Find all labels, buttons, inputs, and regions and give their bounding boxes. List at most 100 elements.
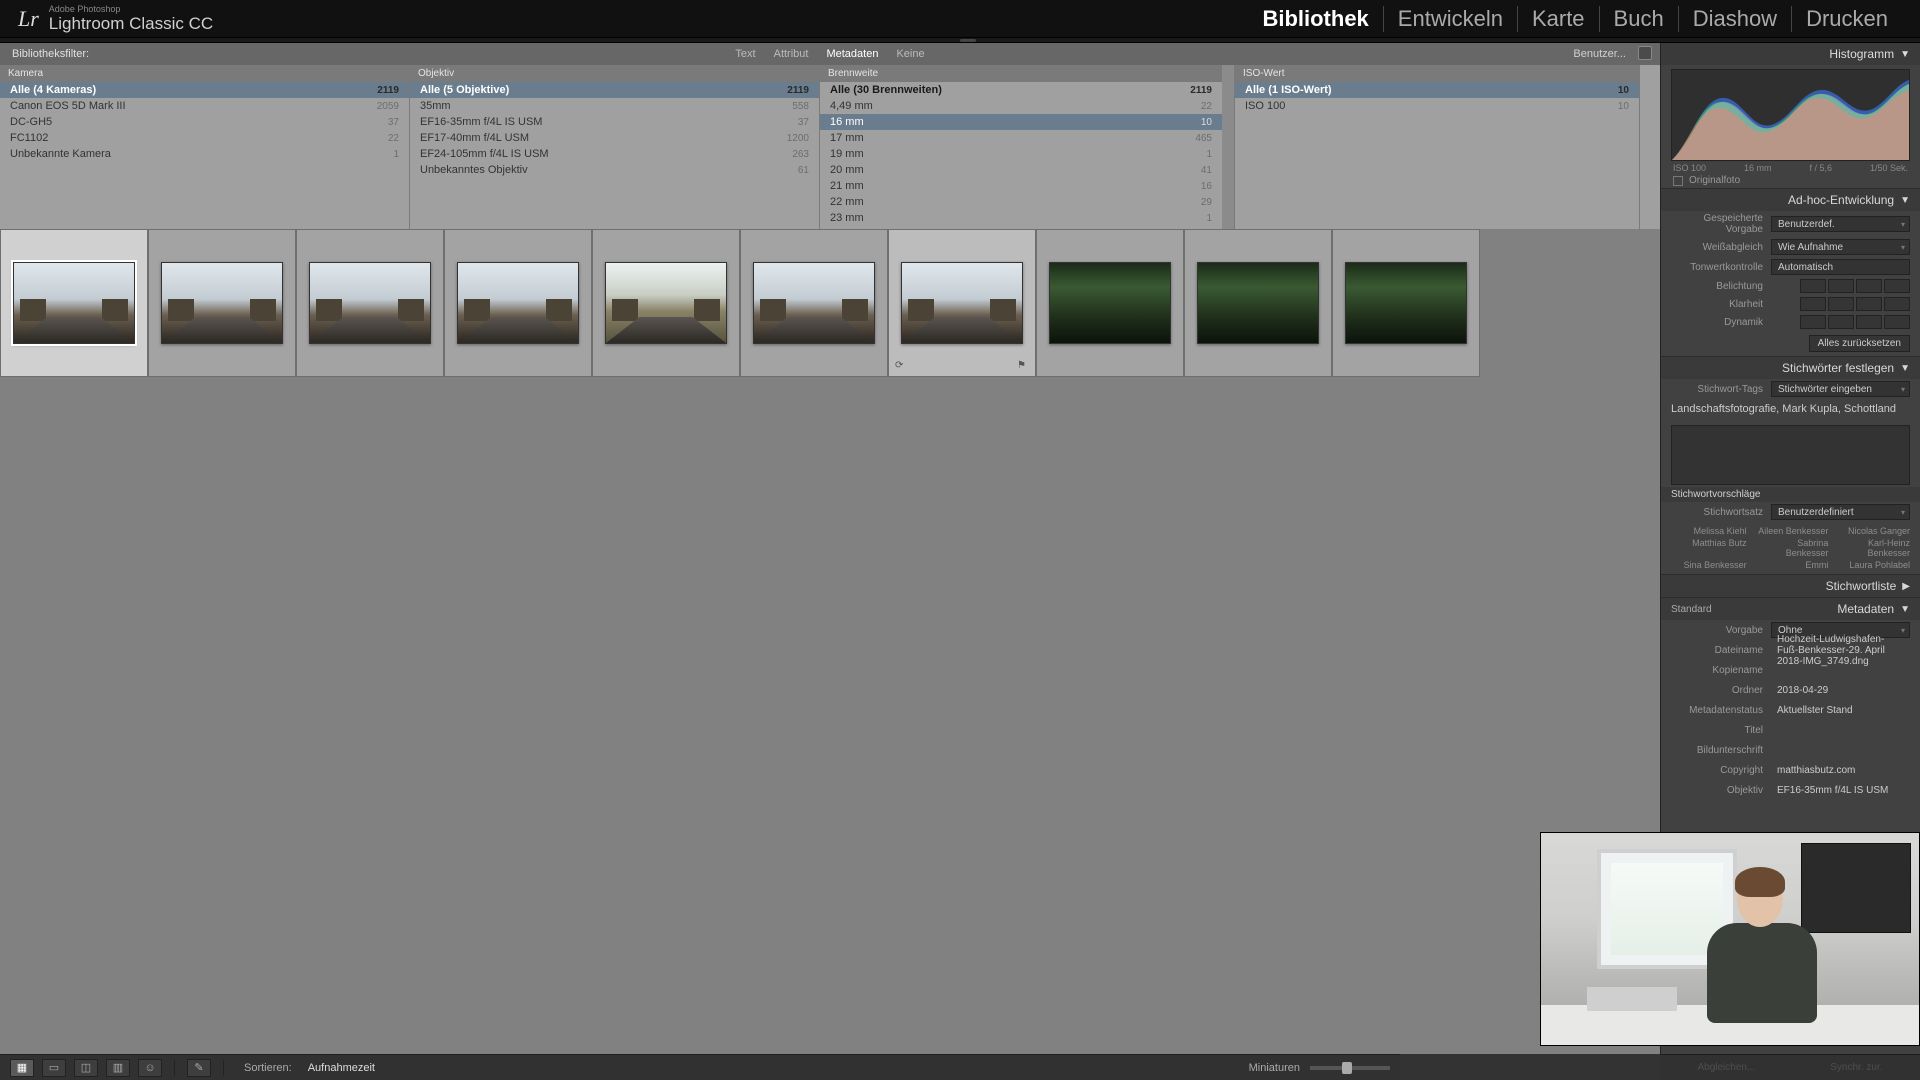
- meta-value: matthiasbutz.com: [1771, 762, 1910, 778]
- filter-row[interactable]: Alle (1 ISO-Wert)10: [1235, 82, 1639, 98]
- filter-row[interactable]: 35mm558: [410, 98, 819, 114]
- grid-cell[interactable]: [444, 229, 592, 377]
- keyword-suggestions: Melissa Kiehl Aileen Benkesser Nicolas Gan…: [1661, 522, 1920, 574]
- keyword-suggestion[interactable]: Melissa Kiehl: [1671, 526, 1747, 536]
- grid-cell[interactable]: [1036, 229, 1184, 377]
- meta-value: 2018-04-29: [1771, 682, 1910, 698]
- sync-metadata-button[interactable]: Synchr. zur.: [1830, 1062, 1882, 1073]
- grid-cell[interactable]: [1184, 229, 1332, 377]
- filter-row[interactable]: 16 mm10: [820, 114, 1222, 130]
- filter-head[interactable]: Kamera: [0, 65, 409, 82]
- original-photo-checkbox[interactable]: Originalfoto: [1661, 173, 1920, 188]
- grid-view-button[interactable]: ▦: [10, 1059, 34, 1077]
- painter-tool[interactable]: ✎: [187, 1059, 211, 1077]
- meta-label: Metadatenstatus: [1671, 705, 1763, 716]
- loupe-view-button[interactable]: ▭: [42, 1059, 66, 1077]
- module-bibliothek[interactable]: Bibliothek: [1248, 6, 1383, 32]
- keyword-suggestion[interactable]: Sina Benkesser: [1671, 560, 1747, 570]
- clarity-stepper[interactable]: [1800, 297, 1910, 311]
- sort-value[interactable]: Aufnahmezeit: [308, 1062, 375, 1074]
- filter-row[interactable]: DC-GH537: [0, 114, 409, 130]
- filter-scrollbar[interactable]: [1222, 65, 1234, 229]
- filter-row[interactable]: EF16-35mm f/4L IS USM37: [410, 114, 819, 130]
- grid-cell[interactable]: [592, 229, 740, 377]
- filter-row[interactable]: 19 mm1: [820, 146, 1222, 162]
- filter-row[interactable]: Alle (30 Brennweiten)2119: [820, 82, 1222, 98]
- filter-row[interactable]: 20 mm41: [820, 162, 1222, 178]
- filter-head[interactable]: ISO-Wert: [1235, 65, 1639, 82]
- thumb-size-slider[interactable]: [1310, 1066, 1390, 1070]
- module-karte[interactable]: Karte: [1518, 6, 1600, 32]
- keyword-suggestion[interactable]: Aileen Benkesser: [1753, 526, 1829, 536]
- histogram[interactable]: [1671, 69, 1910, 161]
- survey-view-button[interactable]: ▥: [106, 1059, 130, 1077]
- meta-value: [1771, 722, 1910, 738]
- filter-row[interactable]: 23 mm1: [820, 210, 1222, 226]
- metadata-header[interactable]: Standard Metadaten▼: [1661, 598, 1920, 620]
- keyword-suggestion[interactable]: Nicolas Ganger: [1834, 526, 1910, 536]
- filter-row[interactable]: FC110222: [0, 130, 409, 146]
- filter-row[interactable]: EF17-40mm f/4L USM1200: [410, 130, 819, 146]
- filter-row[interactable]: Unbekannte Kamera1: [0, 146, 409, 162]
- keyword-suggestion[interactable]: Laura Pohlabel: [1834, 560, 1910, 570]
- filter-row[interactable]: Alle (5 Objektive)2119: [410, 82, 819, 98]
- sort-label: Sortieren:: [244, 1062, 292, 1074]
- filter-preset-menu[interactable]: Benutzer...: [1573, 48, 1648, 60]
- filter-row[interactable]: 21 mm16: [820, 178, 1222, 194]
- keyword-list-header[interactable]: Stichwortliste▶: [1661, 575, 1920, 597]
- metadata-mode[interactable]: Standard: [1671, 604, 1712, 615]
- keywording-header[interactable]: Stichwörter festlegen▼: [1661, 357, 1920, 379]
- exposure-stepper[interactable]: [1800, 279, 1910, 293]
- keyword-set-select[interactable]: Benutzerdefiniert▾: [1771, 504, 1910, 520]
- vibrance-stepper[interactable]: [1800, 315, 1910, 329]
- keyword-tags-mode[interactable]: Stichwörter eingeben▾: [1771, 381, 1910, 397]
- exposure-label: Belichtung: [1671, 281, 1763, 292]
- grid-view[interactable]: ⟳⚑: [0, 229, 1660, 1054]
- grid-cell[interactable]: [148, 229, 296, 377]
- filter-head[interactable]: Brennweite: [820, 65, 1222, 82]
- reset-all-button[interactable]: Alles zurücksetzen: [1809, 335, 1910, 352]
- filter-row[interactable]: 4,49 mm22: [820, 98, 1222, 114]
- module-drucken[interactable]: Drucken: [1792, 6, 1902, 32]
- grid-cell[interactable]: [1332, 229, 1480, 377]
- sync-settings-button[interactable]: Abgleichen...: [1697, 1062, 1755, 1073]
- tone-auto-button[interactable]: Automatisch: [1771, 259, 1910, 275]
- filter-row[interactable]: ISO 10010: [1235, 98, 1639, 114]
- clarity-label: Klarheit: [1671, 299, 1763, 310]
- grid-cell[interactable]: [296, 229, 444, 377]
- grid-cell[interactable]: ⟳⚑: [888, 229, 1036, 377]
- keyword-suggestion[interactable]: Matthias Butz: [1671, 538, 1747, 558]
- filter-row[interactable]: 22 mm29: [820, 194, 1222, 210]
- filter-tab-text[interactable]: Text: [735, 48, 755, 60]
- filter-row[interactable]: 17 mm465: [820, 130, 1222, 146]
- filter-tab-keine[interactable]: Keine: [896, 48, 924, 60]
- people-view-button[interactable]: ☺: [138, 1059, 162, 1077]
- keyword-tags-label: Stichwort-Tags: [1671, 384, 1763, 395]
- filter-lock-icon[interactable]: [1638, 46, 1652, 60]
- quick-develop-header[interactable]: Ad-hoc-Entwicklung▼: [1661, 189, 1920, 211]
- module-entwickeln[interactable]: Entwickeln: [1384, 6, 1518, 32]
- module-buch[interactable]: Buch: [1600, 6, 1679, 32]
- histogram-header[interactable]: Histogramm▼: [1661, 43, 1920, 65]
- grid-cell[interactable]: [740, 229, 888, 377]
- filter-head[interactable]: Objektiv: [410, 65, 819, 82]
- sync-bar: Abgleichen... Synchr. zur.: [1660, 1054, 1920, 1080]
- module-diashow[interactable]: Diashow: [1679, 6, 1792, 32]
- filter-tab-attribut[interactable]: Attribut: [774, 48, 809, 60]
- grid-cell[interactable]: [0, 229, 148, 377]
- keyword-suggestion[interactable]: Karl-Heinz Benkesser: [1834, 538, 1910, 558]
- wb-select[interactable]: Wie Aufnahme▾: [1771, 239, 1910, 255]
- preset-select[interactable]: Benutzerdef.▾: [1771, 216, 1910, 232]
- keyword-entry[interactable]: [1671, 425, 1910, 485]
- keyword-suggestion[interactable]: Emmi: [1753, 560, 1829, 570]
- filter-row[interactable]: Canon EOS 5D Mark III2059: [0, 98, 409, 114]
- filter-row[interactable]: Alle (4 Kameras)2119: [0, 82, 409, 98]
- keyword-suggestion[interactable]: Sabrina Benkesser: [1753, 538, 1829, 558]
- filter-row[interactable]: Unbekanntes Objektiv61: [410, 162, 819, 178]
- filter-tab-metadaten[interactable]: Metadaten: [826, 48, 878, 60]
- meta-label: Kopiename: [1671, 665, 1763, 676]
- keyword-sugg-header: Stichwortvorschläge: [1671, 489, 1910, 500]
- meta-value: Hochzeit-Ludwigshafen-Fuß-Benkesser-29. …: [1771, 642, 1910, 658]
- compare-view-button[interactable]: ◫: [74, 1059, 98, 1077]
- filter-row[interactable]: EF24-105mm f/4L IS USM263: [410, 146, 819, 162]
